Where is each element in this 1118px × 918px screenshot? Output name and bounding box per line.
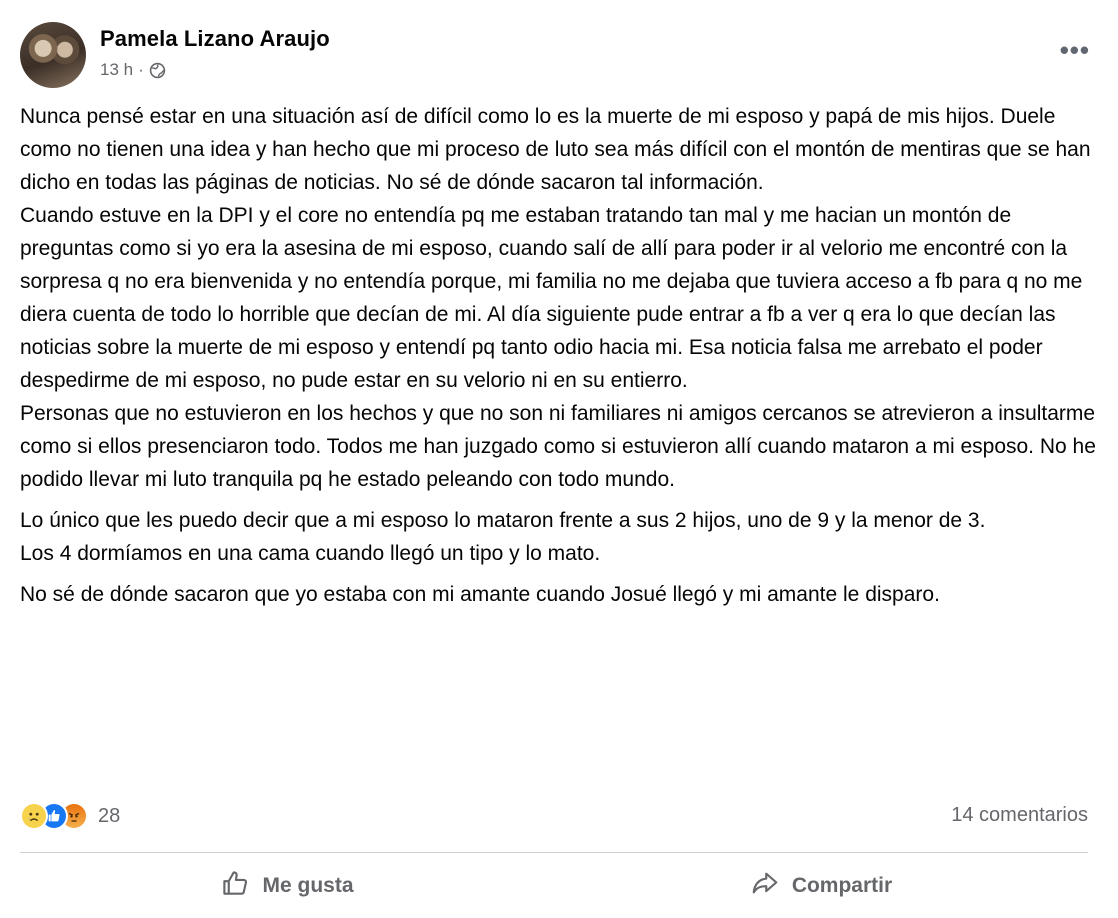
avatar[interactable] [20,22,86,88]
comments-count[interactable]: 14 comentarios [951,804,1088,827]
post-time[interactable]: 13 h [100,60,133,80]
post-stats: 28 14 comentarios [20,800,1088,836]
more-options-icon[interactable]: ••• [1060,37,1090,63]
post-meta: 13 h · [100,60,166,80]
post-actions: Me gusta Compartir [20,858,1088,914]
post-paragraph: Personas que no estuvieron en los hechos… [20,402,1096,491]
share-label: Compartir [791,874,893,897]
like-button[interactable]: Me gusta [20,858,554,914]
post-body: Nunca pensé estar en una situación así d… [20,100,1100,611]
post-paragraph: Nunca pensé estar en una situación así d… [20,105,1091,194]
globe-icon[interactable] [149,62,166,79]
share-icon [750,868,780,904]
post-paragraph: Lo único que les puedo decir que a mi es… [20,509,986,532]
like-icon [220,868,250,904]
post-paragraph: Los 4 dormíamos en una cama cuando llegó… [20,542,601,565]
share-button[interactable]: Compartir [554,858,1088,914]
post-paragraph: Cuando estuve en la DPI y el core no ent… [20,204,1083,392]
reactions-summary[interactable]: 28 [20,802,120,830]
author-name[interactable]: Pamela Lizano Araujo [100,26,330,52]
sad-reaction-icon [20,802,48,830]
meta-separator: · [138,60,144,79]
facebook-post: Pamela Lizano Araujo 13 h · ••• Nunca pe… [0,0,1118,918]
reaction-count[interactable]: 28 [98,805,120,828]
post-paragraph: No sé de dónde sacaron que yo estaba con… [20,583,940,606]
divider [20,852,1088,853]
like-label: Me gusta [262,874,354,897]
post-header: Pamela Lizano Araujo 13 h · ••• [20,22,1098,92]
